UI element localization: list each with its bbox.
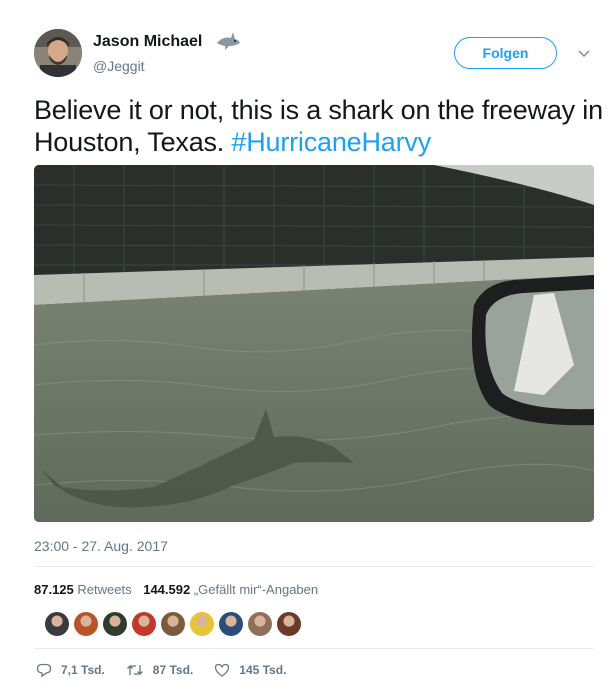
retweet-button[interactable]: 87 Tsd. [126,662,193,678]
shark-icon [215,30,241,52]
retweets-count: 87.125 [34,582,74,597]
reply-count: 7,1 Tsd. [61,663,105,677]
chevron-down-icon[interactable] [576,47,592,59]
liker-avatar-6[interactable] [190,612,214,636]
retweets-stat[interactable]: 87.125 Retweets [34,582,132,597]
liker-avatars [45,612,306,636]
liker-avatar-4[interactable] [132,612,156,636]
avatar[interactable] [34,29,82,77]
liker-avatar-1[interactable] [45,612,69,636]
likes-count: 144.592 [143,582,191,597]
author-name[interactable]: Jason Michael [93,33,202,51]
author-handle[interactable]: @Jeggit [93,58,145,74]
liker-avatar-5[interactable] [161,612,185,636]
liker-avatar-7[interactable] [219,612,243,636]
like-button[interactable]: 145 Tsd. [214,662,286,678]
retweet-count: 87 Tsd. [152,663,194,677]
follow-button[interactable]: Folgen [454,37,557,69]
engagement-stats: 87.125 Retweets 144.592 „Gefällt mir“-An… [34,582,326,597]
hashtag-link[interactable]: #HurricaneHarvy [231,127,431,157]
liker-avatar-3[interactable] [103,612,127,636]
divider [34,648,594,649]
likes-stat[interactable]: 144.592 „Gefällt mir“-Angaben [143,582,318,597]
reply-button[interactable]: 7,1 Tsd. [36,662,105,678]
reply-icon [36,663,52,678]
liker-avatar-2[interactable] [74,612,98,636]
liker-avatar-8[interactable] [248,612,272,636]
retweets-label: Retweets [77,582,132,597]
tweet-text: Believe it or not, this is a shark on th… [34,94,609,158]
liker-avatar-9[interactable] [277,612,301,636]
likes-label: „Gefällt mir“-Angaben [193,582,319,597]
like-count: 145 Tsd. [239,663,287,677]
tweet-actions: 7,1 Tsd. 87 Tsd. 145 Tsd. [36,659,307,681]
heart-icon [215,663,230,677]
tweet-photo[interactable] [34,165,594,522]
divider [34,566,594,567]
tweet-timestamp[interactable]: 23:00 - 27. Aug. 2017 [34,538,168,554]
retweet-icon [126,665,143,675]
